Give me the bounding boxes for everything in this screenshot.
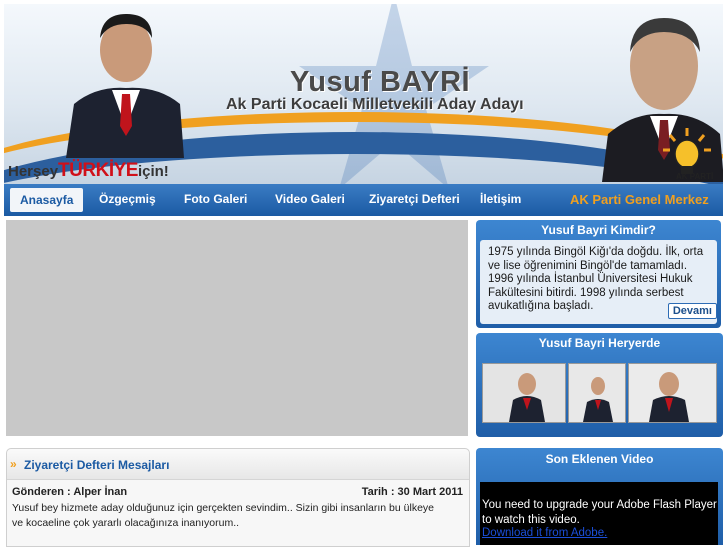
- gallery-thumbnail-image-2: [569, 364, 625, 422]
- nav-item-guestbook[interactable]: Ziyaretçi Defteri: [369, 192, 460, 206]
- guestbook-messages-box: » Ziyaretçi Defteri Mesajları Gönderen :…: [6, 448, 470, 547]
- candidate-subtitle: Ak Parti Kocaeli Milletvekili Aday Adayı: [226, 96, 524, 113]
- gallery-thumbnail-image-1: [483, 364, 565, 422]
- gallery-panel: Yusuf Bayri Heryerde: [476, 333, 723, 437]
- nav-item-home[interactable]: Anasayfa: [10, 188, 84, 212]
- guestbook-header: » Ziyaretçi Defteri Mesajları: [7, 449, 469, 480]
- message-text: Yusuf bey hizmete aday olduğunuz için ge…: [12, 502, 434, 529]
- candidate-name: Yusuf BAYRİ: [290, 66, 471, 98]
- gallery-thumbnail[interactable]: [568, 363, 626, 423]
- double-chevron-icon: »: [10, 457, 17, 471]
- akp-lightbulb-logo-icon[interactable]: [660, 126, 714, 178]
- gallery-thumbnail[interactable]: [482, 363, 566, 423]
- gallery-thumbnail-image-3: [629, 364, 716, 422]
- message-sender: Gönderen : Alper İnan: [12, 486, 128, 498]
- nav-item-photo-gallery[interactable]: Foto Galeri: [184, 192, 247, 206]
- main-nav: Anasayfa Özgeçmiş Foto Galeri Video Gale…: [4, 184, 723, 216]
- flash-upgrade-message: You need to upgrade your Adobe Flash Pla…: [482, 499, 717, 526]
- bio-panel: Yusuf Bayri Kimdir? 1975 yılında Bingöl …: [476, 220, 721, 328]
- read-more-button[interactable]: Devamı: [667, 303, 717, 319]
- akp-logo-label: AK PARTİ: [676, 172, 714, 181]
- akp-headquarters-link[interactable]: AK Parti Genel Merkez: [570, 192, 709, 207]
- slogan: HerşeyTÜRKİYEiçin!: [8, 160, 169, 182]
- nav-item-video-gallery[interactable]: Video Galeri: [275, 192, 345, 206]
- site-header: Yusuf BAYRİ Ak Parti Kocaeli Milletvekil…: [4, 4, 723, 184]
- slogan-suffix: için!: [137, 163, 169, 180]
- flash-video-player[interactable]: You need to upgrade your Adobe Flash Pla…: [480, 482, 718, 545]
- nav-item-contact[interactable]: İletişim: [480, 192, 521, 206]
- slogan-brand: TÜRKİYE: [58, 160, 138, 181]
- slogan-prefix: Herşey: [8, 163, 59, 180]
- message-date: Tarih : 30 Mart 2011: [361, 486, 463, 498]
- candidate-photo: [66, 14, 184, 158]
- guestbook-title[interactable]: Ziyaretçi Defteri Mesajları: [24, 458, 169, 472]
- nav-item-biography[interactable]: Özgeçmiş: [99, 192, 156, 206]
- main-banner-placeholder: [6, 220, 468, 436]
- gallery-thumbnail[interactable]: [628, 363, 717, 423]
- bio-panel-title: Yusuf Bayri Kimdir?: [541, 223, 656, 237]
- latest-video-title: Son Eklenen Video: [545, 452, 654, 466]
- gallery-panel-title: Yusuf Bayri Heryerde: [538, 336, 661, 350]
- flash-download-link[interactable]: Download it from Adobe.: [482, 527, 607, 539]
